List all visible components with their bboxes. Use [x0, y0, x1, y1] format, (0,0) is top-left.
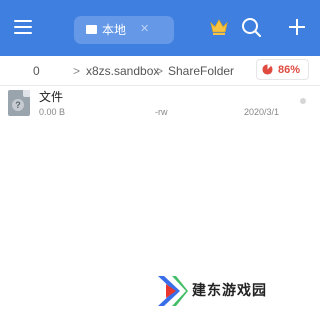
- unknown-file-icon: ?: [8, 90, 30, 116]
- chevron-right-icon: >: [156, 64, 164, 78]
- add-icon[interactable]: [287, 17, 307, 37]
- storage-usage-badge[interactable]: 86%: [256, 59, 309, 80]
- search-icon[interactable]: [240, 16, 262, 38]
- breadcrumb-item-root[interactable]: 0: [33, 63, 40, 79]
- crown-icon[interactable]: [209, 18, 229, 36]
- close-icon[interactable]: ✕: [140, 21, 149, 37]
- select-indicator[interactable]: [300, 98, 306, 104]
- watermark-logo: 建东游戏园: [156, 274, 306, 308]
- menu-icon[interactable]: [12, 16, 34, 38]
- logo-chevron-icon: [158, 276, 188, 306]
- folder-icon: [86, 25, 97, 34]
- breadcrumb-item-sandbox[interactable]: x8zs.sandbox: [86, 63, 159, 79]
- list-item[interactable]: ? 文件 0.00 B -rw 2020/3/1: [0, 88, 320, 122]
- chevron-right-icon: >: [73, 64, 81, 78]
- file-size: 0.00 B: [39, 107, 66, 117]
- watermark-text: 建东游戏园: [192, 282, 267, 298]
- file-name: 文件: [39, 90, 64, 104]
- top-app-bar: 本地 ✕: [0, 0, 320, 56]
- file-permissions: -rw: [155, 107, 168, 117]
- breadcrumb-item-sharefolder[interactable]: ShareFolder: [168, 63, 234, 79]
- storage-percent: 86%: [278, 64, 301, 76]
- file-date: 2020/3/1: [244, 107, 280, 117]
- pie-chart-icon: [262, 64, 273, 75]
- location-label: 本地: [102, 23, 127, 37]
- location-tab[interactable]: 本地 ✕: [74, 16, 174, 44]
